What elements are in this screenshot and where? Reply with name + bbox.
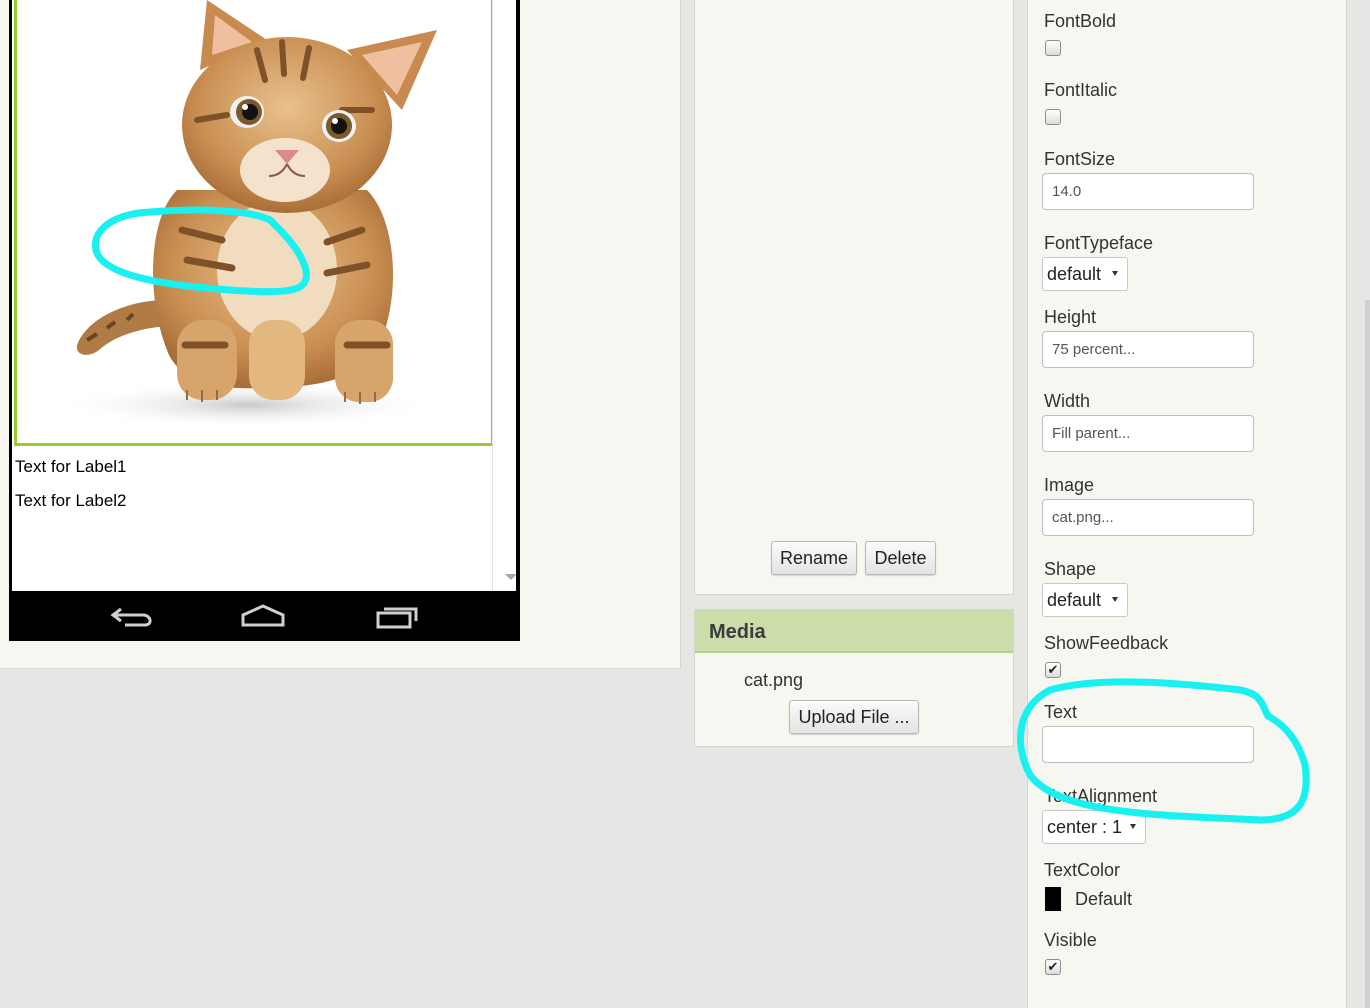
rename-button[interactable]: Rename (771, 541, 857, 575)
viewer-scrollbar[interactable] (492, 0, 516, 591)
textalignment-value: center : 1 (1047, 817, 1123, 837)
fonttypeface-value: default (1047, 264, 1102, 284)
textcolor-value[interactable]: Default (1075, 889, 1132, 910)
media-title: Media (709, 621, 766, 643)
showfeedback-checkbox[interactable]: ✔ (1045, 662, 1061, 678)
fontitalic-checkbox[interactable] (1045, 109, 1061, 125)
prop-label-fontitalic: FontItalic (1044, 80, 1118, 100)
image-input[interactable]: cat.png... (1042, 499, 1254, 536)
width-input[interactable]: Fill parent... (1042, 415, 1254, 452)
recent-apps-icon (376, 607, 418, 629)
phone-preview: Text for Label1 Text for Label2 (9, 0, 520, 641)
media-header: Media (695, 610, 1013, 653)
prop-label-text: Text (1044, 702, 1078, 722)
delete-button[interactable]: Delete (865, 541, 936, 575)
text-input[interactable] (1042, 726, 1254, 763)
prop-label-width: Width (1044, 391, 1091, 411)
fonttypeface-select[interactable]: default (1042, 257, 1128, 291)
prop-label-height: Height (1044, 307, 1097, 327)
chevron-down-icon (1130, 824, 1136, 829)
visible-checkbox[interactable]: ✔ (1045, 959, 1061, 975)
phone-screen: Text for Label1 Text for Label2 (12, 0, 516, 591)
fontsize-input[interactable]: 14.0 (1042, 173, 1254, 210)
prop-label-textcolor: TextColor (1044, 860, 1121, 880)
cat-image (57, 0, 437, 429)
components-panel: Rename Delete (694, 0, 1014, 595)
upload-file-button[interactable]: Upload File ... (789, 700, 919, 734)
android-navbar (9, 591, 520, 641)
back-icon (110, 607, 152, 627)
prop-label-fontsize: FontSize (1044, 149, 1116, 169)
label2[interactable]: Text for Label2 (15, 491, 127, 511)
prop-label-showfeedback: ShowFeedback (1044, 633, 1169, 653)
cat-image-button[interactable] (14, 0, 494, 446)
media-file-item[interactable]: cat.png (744, 670, 803, 691)
chevron-down-icon (1112, 597, 1118, 602)
textalignment-select[interactable]: center : 1 (1042, 810, 1146, 844)
page-scrollbar[interactable] (1365, 300, 1370, 1008)
prop-label-shape: Shape (1044, 559, 1097, 579)
prop-label-image: Image (1044, 475, 1095, 495)
shape-select[interactable]: default (1042, 583, 1128, 617)
viewer-panel: Text for Label1 Text for Label2 (0, 0, 681, 669)
prop-label-fonttypeface: FontTypeface (1044, 233, 1154, 253)
scroll-down-icon[interactable] (505, 574, 516, 580)
prop-label-textalignment: TextAlignment (1044, 786, 1158, 806)
textcolor-swatch[interactable] (1045, 887, 1061, 911)
fontbold-checkbox[interactable] (1045, 40, 1061, 56)
properties-panel: FontBold FontItalic FontSize 14.0 FontTy… (1027, 0, 1347, 1008)
chevron-down-icon (1112, 271, 1118, 276)
shape-value: default (1047, 590, 1102, 610)
height-input[interactable]: 75 percent... (1042, 331, 1254, 368)
label1[interactable]: Text for Label1 (15, 457, 127, 477)
home-icon (241, 604, 285, 627)
prop-label-visible: Visible (1044, 930, 1097, 950)
prop-label-fontbold: FontBold (1044, 11, 1117, 31)
media-panel: Media cat.png Upload File ... (694, 609, 1014, 747)
